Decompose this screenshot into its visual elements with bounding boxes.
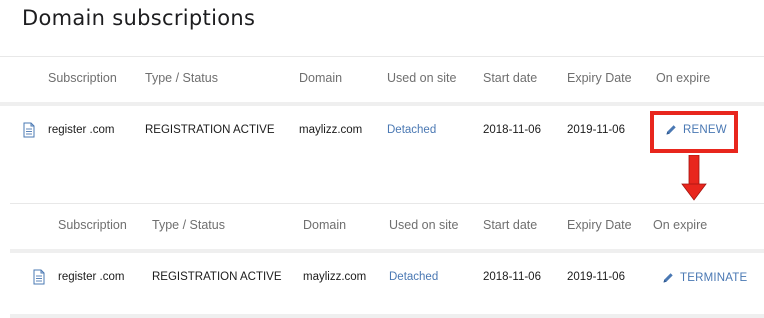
column-header-domain: Domain [303, 218, 347, 232]
column-header-expiry-date: Expiry Date [567, 71, 632, 85]
column-header-used-on-site: Used on site [389, 218, 459, 232]
page-title: Domain subscriptions [22, 6, 256, 30]
annotation-highlight-box [650, 111, 738, 153]
header-bottom-divider [0, 102, 764, 106]
start-date: 2018-11-06 [483, 124, 541, 136]
terminate-label: TERMINATE [680, 272, 748, 284]
start-date: 2018-11-06 [483, 271, 541, 283]
terminate-button[interactable]: TERMINATE [662, 272, 747, 284]
pencil-icon [663, 273, 673, 283]
column-header-type-status: Type / Status [152, 218, 225, 232]
column-header-subscription: Subscription [58, 218, 127, 232]
domain-name: maylizz.com [303, 271, 367, 283]
subscription-name: register .com [58, 271, 125, 283]
header-bottom-divider-2 [10, 249, 764, 253]
subscription-name: register .com [48, 124, 115, 136]
header-top-divider-2 [10, 203, 764, 204]
used-on-site-link[interactable]: Detached [389, 271, 438, 283]
column-header-domain: Domain [299, 71, 343, 85]
column-header-start-date: Start date [483, 71, 538, 85]
expiry-date: 2019-11-06 [567, 124, 625, 136]
column-header-subscription: Subscription [48, 71, 117, 85]
column-header-on-expire: On expire [653, 218, 708, 232]
used-on-site-link[interactable]: Detached [387, 124, 436, 136]
document-icon [23, 122, 35, 138]
column-header-start-date: Start date [483, 218, 538, 232]
header-top-divider [0, 56, 764, 57]
column-header-on-expire: On expire [656, 71, 711, 85]
document-icon [33, 269, 45, 285]
table-bottom-divider [10, 314, 764, 318]
expiry-date: 2019-11-06 [567, 271, 625, 283]
arrow-down-icon [681, 155, 707, 201]
type-status: REGISTRATION ACTIVE [145, 124, 275, 136]
column-header-type-status: Type / Status [145, 71, 218, 85]
domain-name: maylizz.com [299, 124, 363, 136]
column-header-used-on-site: Used on site [387, 71, 457, 85]
type-status: REGISTRATION ACTIVE [152, 271, 282, 283]
column-header-expiry-date: Expiry Date [567, 218, 632, 232]
